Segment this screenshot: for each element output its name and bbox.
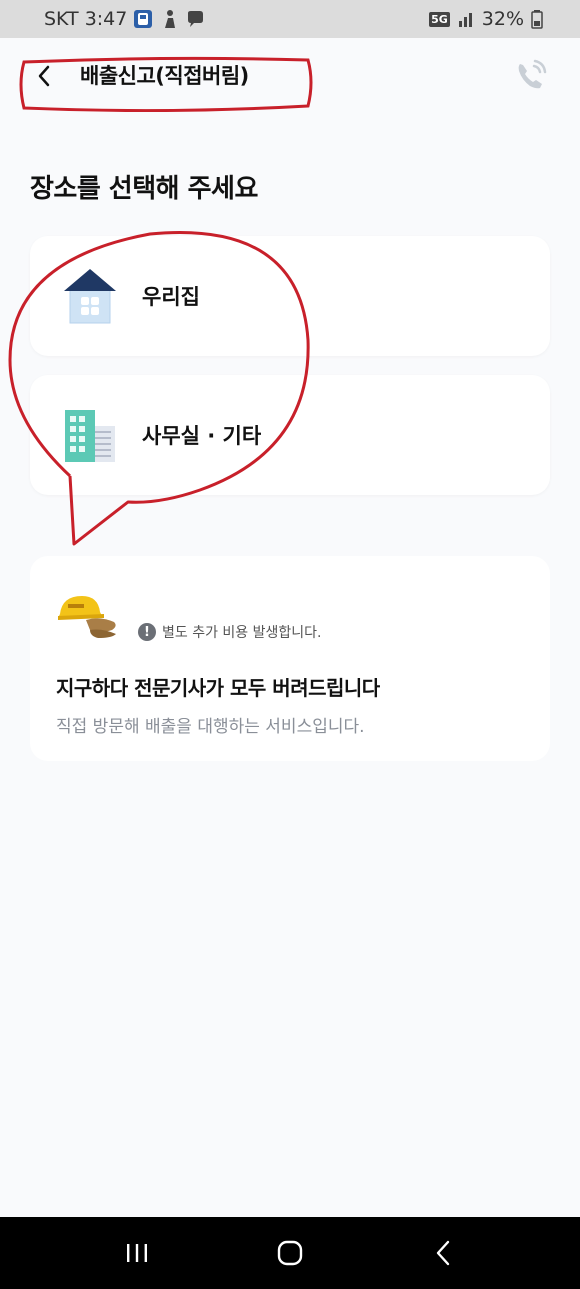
place-label-office: 사무실 · 기타 — [142, 424, 262, 448]
back-arrow-icon — [437, 1240, 450, 1266]
page-title: 배출신고(직접버림) — [80, 64, 249, 88]
place-option-office[interactable]: 사무실 · 기타 — [30, 375, 550, 495]
home-circle-icon — [277, 1240, 303, 1266]
back-button[interactable] — [26, 56, 62, 96]
house-icon — [58, 264, 122, 328]
recent-apps-button[interactable] — [112, 1228, 162, 1278]
status-left: SKT 3:47 — [44, 8, 205, 30]
place-option-home[interactable]: 우리집 — [30, 236, 550, 356]
place-label-home: 우리집 — [142, 285, 200, 309]
recent-apps-icon — [126, 1244, 147, 1262]
call-button[interactable] — [510, 56, 550, 96]
exclamation-icon: ! — [138, 623, 156, 641]
app-notification-icon — [133, 9, 153, 29]
building-icon — [58, 403, 122, 467]
system-back-button[interactable] — [418, 1228, 468, 1278]
section-title: 장소를 선택해 주세요 — [30, 174, 258, 204]
home-button[interactable] — [265, 1228, 315, 1278]
app-header: 배출신고(직접버림) — [0, 38, 580, 118]
phone-icon — [518, 59, 547, 89]
helmet-gloves-icon — [58, 596, 116, 638]
battery-percent: 32% — [481, 8, 524, 30]
carrier-time: SKT 3:47 — [44, 8, 128, 30]
chevron-left-icon — [38, 65, 50, 87]
chat-icon — [185, 9, 205, 29]
notice-text: 별도 추가 비용 발생합니다. — [162, 625, 322, 641]
network-badge: 5G — [429, 11, 450, 27]
extra-cost-notice: ! 별도 추가 비용 발생합니다. — [138, 622, 321, 642]
signal-icon — [456, 9, 476, 29]
status-right: 5G 32% — [429, 8, 550, 30]
system-nav-bar — [0, 1217, 580, 1289]
service-title: 지구하다 전문기사가 모두 버려드립니다 — [56, 676, 380, 700]
person-icon — [159, 9, 179, 29]
battery-icon — [530, 9, 550, 29]
service-description: 직접 방문해 배출을 대행하는 서비스입니다. — [56, 717, 365, 737]
direct-service-card[interactable]: ! 별도 추가 비용 발생합니다. 지구하다 전문기사가 모두 버려드립니다 직… — [30, 556, 550, 761]
status-bar: SKT 3:47 5G 32% — [0, 0, 580, 38]
